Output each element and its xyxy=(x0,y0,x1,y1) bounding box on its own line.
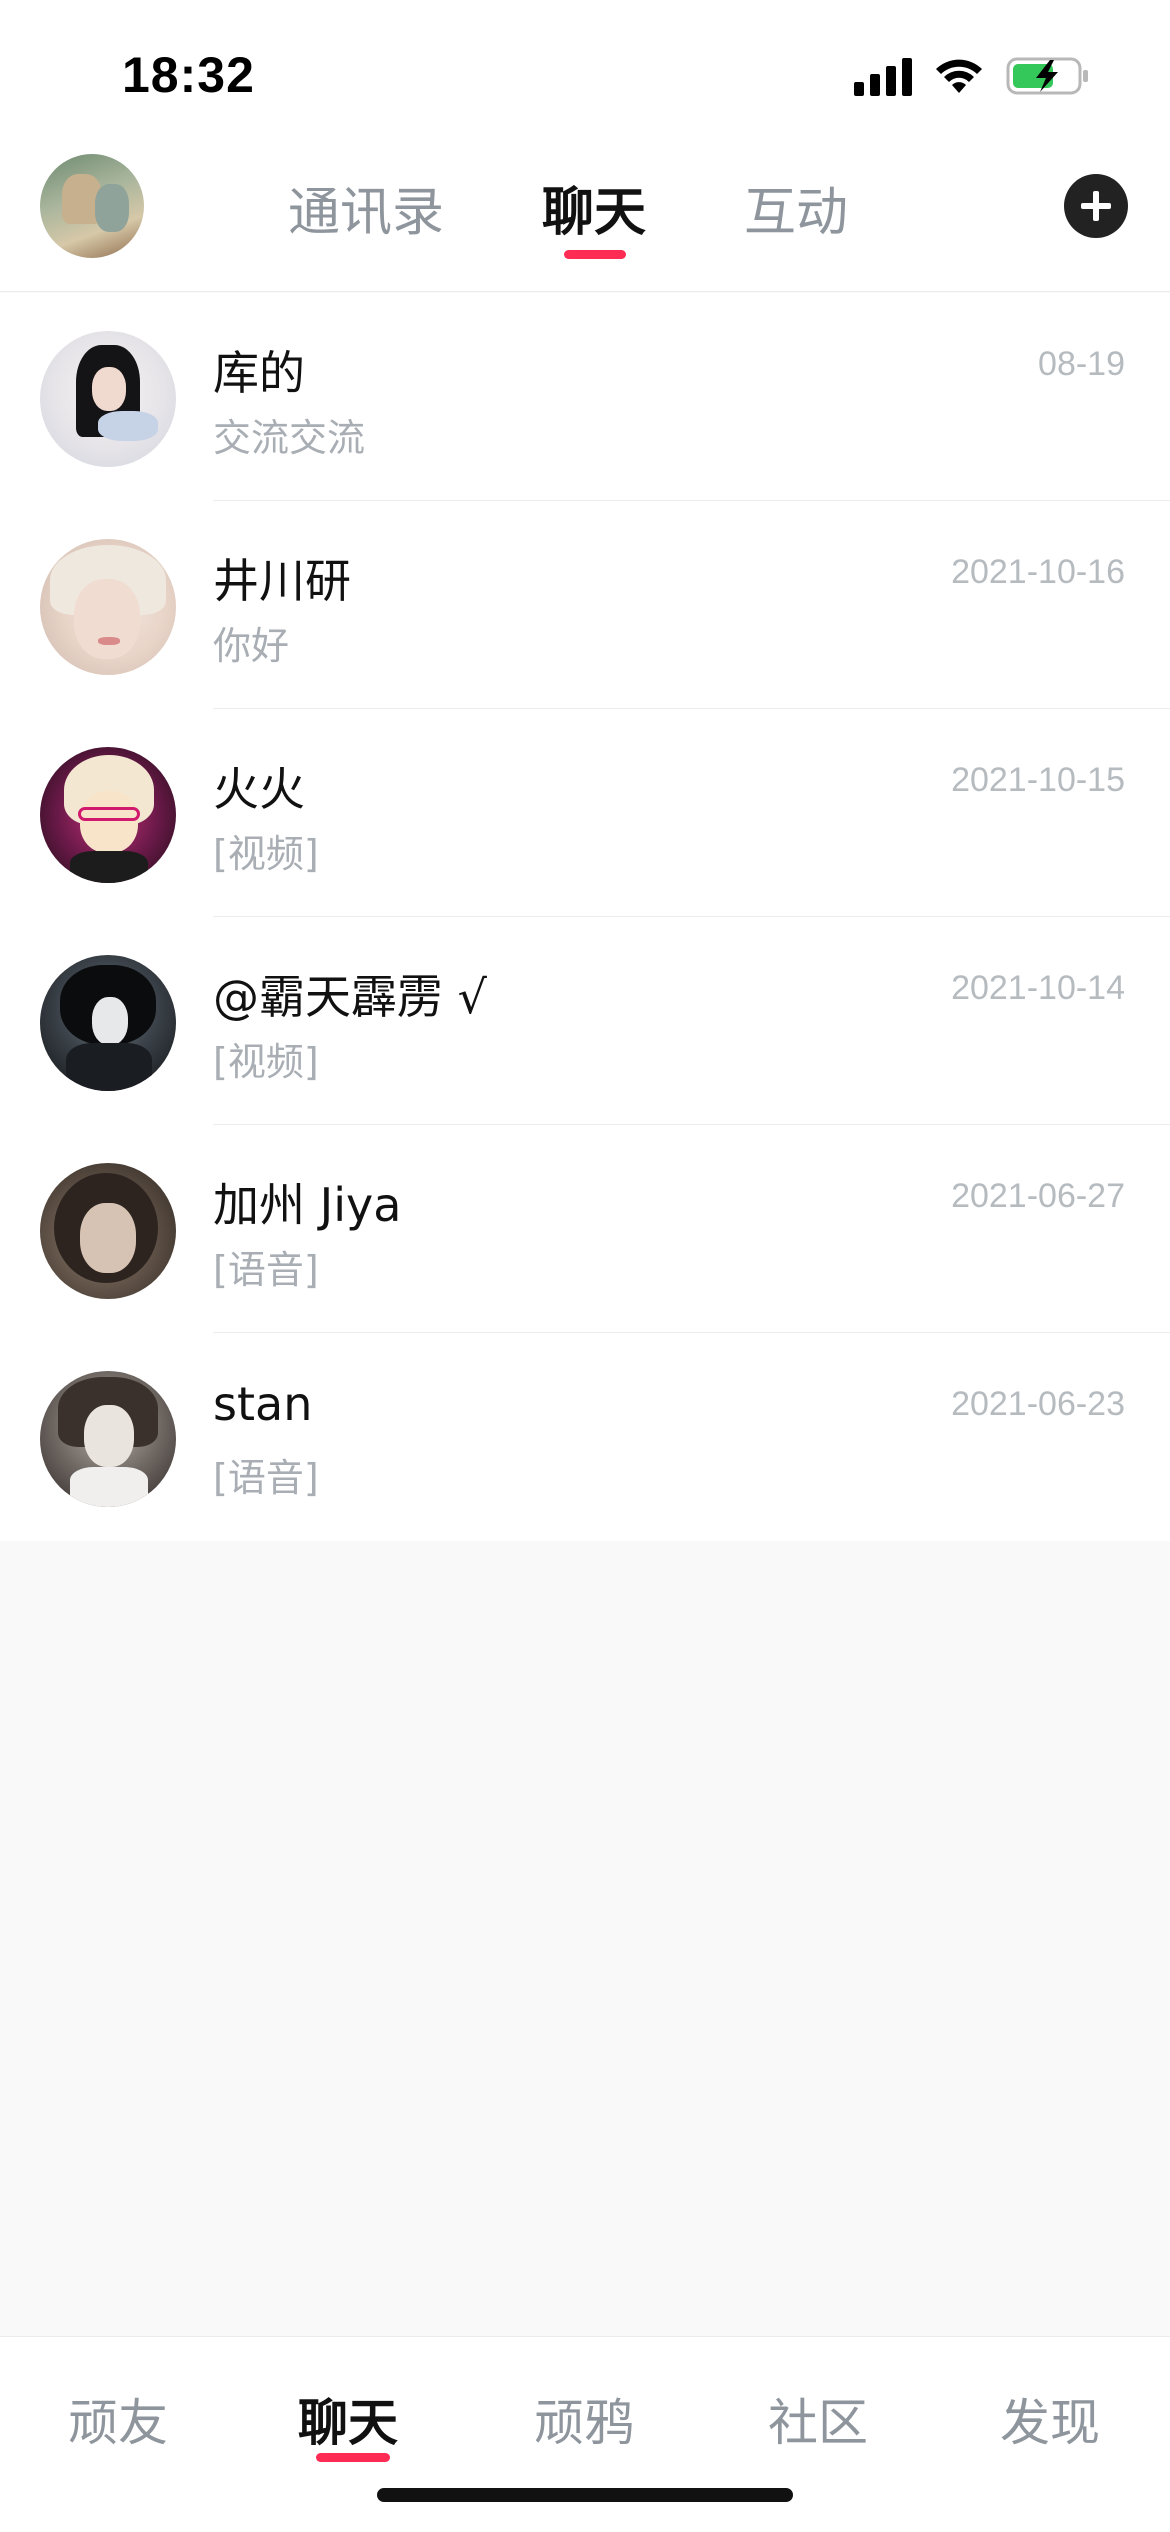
tab-chat[interactable]: 聊天 xyxy=(542,170,646,245)
chat-preview: [语音] xyxy=(213,1248,319,1292)
cellular-signal-icon xyxy=(854,56,912,96)
chat-preview: 交流交流 xyxy=(213,416,366,460)
chat-preview: [视频] xyxy=(213,832,319,876)
battery-charging-icon xyxy=(1006,57,1088,95)
top-nav: 通讯录 聊天 互动 xyxy=(0,140,1170,292)
chat-date: 2021-06-27 xyxy=(951,1177,1125,1215)
status-bar: 18:32 xyxy=(0,0,1170,140)
avatar[interactable] xyxy=(40,539,176,675)
bottom-tab-bar: 顽友 聊天 顽鸦 社区 发现 xyxy=(0,2336,1170,2532)
chat-list-item[interactable]: 加州 Jiya [语音] 2021-06-27 xyxy=(0,1125,1170,1333)
tab-interactions[interactable]: 互动 xyxy=(744,170,848,245)
chat-list-item[interactable]: 井川研 你好 2021-10-16 xyxy=(0,501,1170,709)
wifi-icon xyxy=(936,59,982,93)
bottom-tab-discover[interactable]: 发现 xyxy=(1000,2383,1100,2455)
active-bottom-tab-indicator xyxy=(316,2453,390,2462)
add-button[interactable] xyxy=(1064,174,1128,238)
chat-preview: 你好 xyxy=(213,624,290,668)
chat-date: 2021-06-23 xyxy=(951,1385,1125,1423)
active-tab-indicator xyxy=(564,250,626,259)
chat-list: 库的 交流交流 08-19 井川研 你好 2021-10-16 火火 [视频] … xyxy=(0,293,1170,1541)
chat-name: 井川研 xyxy=(213,554,351,608)
chat-date: 08-19 xyxy=(1038,345,1125,383)
chat-list-item[interactable]: stan [语音] 2021-06-23 xyxy=(0,1333,1170,1541)
avatar[interactable] xyxy=(40,747,176,883)
avatar[interactable] xyxy=(40,1371,176,1507)
bottom-tab-wanya[interactable]: 顽鸦 xyxy=(534,2383,634,2455)
bottom-tab-chat[interactable]: 聊天 xyxy=(298,2383,398,2455)
chat-list-item[interactable]: 库的 交流交流 08-19 xyxy=(0,293,1170,501)
chat-date: 2021-10-15 xyxy=(951,761,1125,799)
chat-name: 火火 xyxy=(213,762,305,816)
chat-date: 2021-10-14 xyxy=(951,969,1125,1007)
plus-icon xyxy=(1081,191,1111,221)
my-avatar[interactable] xyxy=(40,154,144,258)
chat-list-item[interactable]: 火火 [视频] 2021-10-15 xyxy=(0,709,1170,917)
status-time: 18:32 xyxy=(122,47,255,103)
chat-date: 2021-10-16 xyxy=(951,553,1125,591)
chat-preview: [视频] xyxy=(213,1040,319,1084)
chat-preview: [语音] xyxy=(213,1456,319,1500)
tab-contacts[interactable]: 通讯录 xyxy=(288,170,444,245)
avatar[interactable] xyxy=(40,955,176,1091)
status-icons xyxy=(854,54,1090,98)
bottom-tab-friends[interactable]: 顽友 xyxy=(68,2383,168,2455)
avatar[interactable] xyxy=(40,1163,176,1299)
home-indicator xyxy=(377,2488,793,2502)
chat-list-item[interactable]: @霸天霹雳 √ [视频] 2021-10-14 xyxy=(0,917,1170,1125)
chat-name: @霸天霹雳 √ xyxy=(213,970,487,1024)
avatar[interactable] xyxy=(40,331,176,467)
chat-name: 库的 xyxy=(213,346,305,400)
chat-name: 加州 Jiya xyxy=(213,1178,402,1232)
chat-name: stan xyxy=(213,1377,313,1431)
bottom-tab-community[interactable]: 社区 xyxy=(768,2383,868,2455)
